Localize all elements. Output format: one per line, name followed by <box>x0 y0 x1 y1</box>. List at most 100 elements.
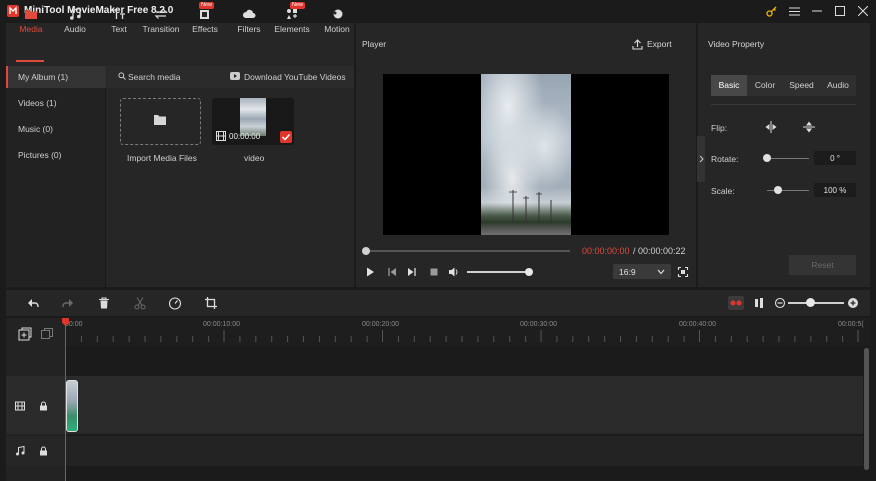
tab-motion[interactable]: Motion <box>320 0 354 40</box>
trash-icon[interactable] <box>97 296 111 310</box>
ruler-ticks <box>65 330 870 342</box>
lock-icon[interactable] <box>39 446 48 456</box>
motion-icon <box>333 9 343 19</box>
rotate-slider[interactable] <box>767 158 809 159</box>
transition-arrows-icon <box>154 9 168 19</box>
volume-handle[interactable] <box>525 268 533 276</box>
copy-track-icon[interactable] <box>40 327 54 341</box>
album-item-music[interactable]: Music (0) <box>6 118 106 140</box>
tab-speed[interactable]: Speed <box>783 75 820 96</box>
timeline-clip[interactable] <box>66 380 78 432</box>
aspect-ratio-select[interactable]: 16:9 <box>613 264 671 279</box>
scale-value-field[interactable]: 100 % <box>814 183 856 197</box>
rotate-label: Rotate: <box>711 154 739 164</box>
property-tabs: Basic Color Speed Audio <box>711 75 856 96</box>
tab-text[interactable]: Text <box>102 0 136 40</box>
album-item-my-album[interactable]: My Album (1) <box>6 66 106 88</box>
download-youtube-button[interactable]: Download YouTube Videos <box>244 72 346 82</box>
tick-label: 00:00:30:00 <box>520 321 557 328</box>
active-tab-indicator <box>16 60 44 62</box>
folder-icon <box>25 10 37 19</box>
search-icon <box>118 72 126 80</box>
import-media-label: Import Media Files <box>127 153 197 163</box>
tab-media[interactable]: Media <box>14 0 48 40</box>
collapse-panel-button[interactable] <box>697 136 705 182</box>
tab-audio[interactable]: Audio <box>58 0 92 40</box>
rotate-value-field[interactable]: 0 ° <box>814 151 856 165</box>
tick-label: 00:00:40:00 <box>679 321 716 328</box>
tab-audio[interactable]: Audio <box>820 75 856 96</box>
text-icon <box>113 9 125 19</box>
menu-icon[interactable] <box>783 2 805 20</box>
progress-track[interactable] <box>366 250 570 252</box>
maximize-icon[interactable] <box>829 2 851 20</box>
video-frame <box>481 74 571 235</box>
export-icon <box>632 38 643 50</box>
current-time: 00:00:00:00 <box>582 246 630 256</box>
reset-button[interactable]: Reset <box>789 255 856 275</box>
lock-icon[interactable] <box>39 401 48 411</box>
crop-icon[interactable] <box>204 296 218 310</box>
film-icon <box>216 131 226 141</box>
tick-label: 00:00:20:00 <box>362 321 399 328</box>
speed-icon[interactable] <box>168 296 182 310</box>
add-track-icon[interactable] <box>18 327 32 341</box>
next-frame-icon[interactable] <box>406 266 418 278</box>
flip-horizontal-icon[interactable] <box>764 120 778 134</box>
flip-label: Flip: <box>711 123 728 133</box>
zoom-in-icon[interactable] <box>846 296 860 310</box>
export-button[interactable]: Export <box>632 37 672 51</box>
video-duration: 00:00:00 <box>229 132 261 141</box>
flip-vertical-icon[interactable] <box>802 120 816 134</box>
tab-color[interactable]: Color <box>747 75 783 96</box>
tab-filters[interactable]: Filters <box>232 0 266 40</box>
scissors-icon[interactable] <box>133 296 147 310</box>
fullscreen-icon[interactable] <box>677 266 689 278</box>
search-media-input[interactable]: Search media <box>128 72 180 82</box>
music-note-icon <box>70 7 81 20</box>
progress-handle[interactable] <box>362 247 370 255</box>
tab-transition[interactable]: Transition <box>139 0 183 40</box>
film-icon <box>15 401 25 411</box>
playhead[interactable] <box>65 318 66 481</box>
property-title: Video Property <box>708 39 765 49</box>
album-list: My Album (1) Videos (1) Music (0) Pictur… <box>6 66 106 287</box>
video-track[interactable] <box>65 376 863 434</box>
audio-split-icon[interactable] <box>752 296 766 310</box>
rotate-handle[interactable] <box>763 154 771 162</box>
zoom-out-icon[interactable] <box>773 296 787 310</box>
redo-icon[interactable] <box>61 296 75 310</box>
scale-handle[interactable] <box>774 186 782 194</box>
player-title: Player <box>362 39 387 49</box>
volume-slider[interactable] <box>467 271 529 273</box>
tick-label: 00:00:10:00 <box>203 321 240 328</box>
tick-label: 00:00:5( <box>838 321 864 328</box>
effects-icon <box>200 10 209 19</box>
snap-toggle[interactable] <box>728 296 744 310</box>
vertical-scrollbar[interactable] <box>864 348 869 470</box>
album-item-pictures[interactable]: Pictures (0) <box>6 144 106 166</box>
check-icon[interactable] <box>280 131 292 143</box>
minimize-icon[interactable] <box>806 2 828 20</box>
folder-icon <box>153 114 167 126</box>
stop-icon[interactable] <box>428 266 440 278</box>
chevron-down-icon <box>657 269 665 274</box>
snap-icon <box>730 300 742 306</box>
previous-frame-icon[interactable] <box>386 266 398 278</box>
zoom-slider[interactable] <box>788 302 844 304</box>
volume-icon[interactable] <box>448 266 460 278</box>
zoom-handle[interactable] <box>806 298 815 307</box>
cloud-icon <box>242 9 256 18</box>
youtube-icon <box>230 72 240 80</box>
play-icon[interactable] <box>364 266 376 278</box>
undo-icon[interactable] <box>26 296 40 310</box>
close-icon[interactable] <box>852 2 874 20</box>
elements-icon <box>287 9 297 19</box>
chevron-right-icon <box>699 155 704 163</box>
video-thumbnail <box>240 98 266 136</box>
album-item-videos[interactable]: Videos (1) <box>6 92 106 114</box>
key-icon[interactable] <box>760 2 782 20</box>
tab-basic[interactable]: Basic <box>711 75 747 96</box>
new-badge: New <box>290 2 306 9</box>
audio-track[interactable] <box>65 436 863 466</box>
